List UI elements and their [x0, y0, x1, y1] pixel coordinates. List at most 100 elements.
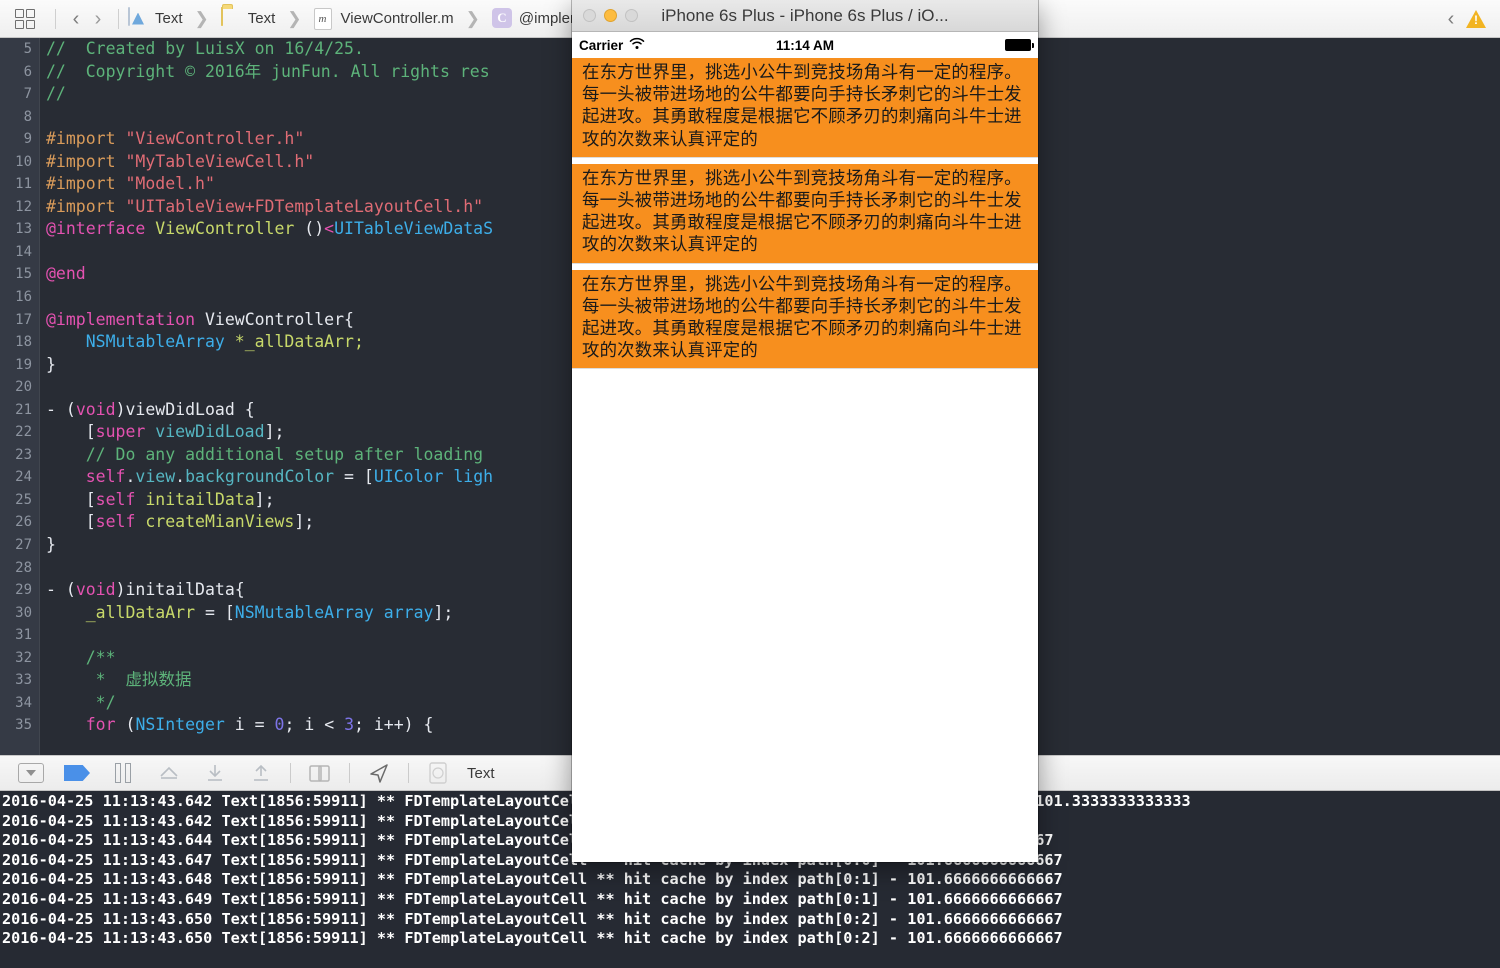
code-line-text: /**: [46, 647, 116, 670]
table-row-label: 在东方世界里，挑选小公牛到竞技场角斗有一定的程序。每一头被带进场地的公牛都要向手…: [582, 169, 1022, 256]
divider: [349, 763, 350, 783]
code-line-text: [super viewDidLoad];: [46, 421, 284, 444]
console-line: 2016-04-25 11:13:43.650 Text[1856:59911]…: [0, 929, 1500, 949]
chevron-right-icon: ❯: [466, 9, 480, 29]
breadcrumb: Text ❯ Text ❯ m ViewController.m ❯ C @im…: [128, 8, 582, 30]
console-line: 2016-04-25 11:13:43.648 Text[1856:59911]…: [0, 870, 1500, 890]
process-label: Text: [467, 765, 495, 782]
code-line-text: @end: [46, 263, 86, 286]
hide-debug-area-icon[interactable]: [8, 759, 54, 787]
line-number: 13: [0, 218, 32, 241]
related-items-icon[interactable]: [12, 7, 38, 31]
window-controls: [572, 9, 638, 22]
code-line-text: [self initailData];: [46, 489, 275, 512]
line-number: 23: [0, 444, 32, 467]
issue-back-button[interactable]: ‹: [1440, 7, 1462, 31]
battery-full-icon: [1005, 39, 1031, 51]
status-bar-right: [1005, 39, 1031, 51]
line-number: 19: [0, 354, 32, 377]
code-line-text: #import "MyTableViewCell.h": [46, 151, 314, 174]
jump-bar-right: ‹: [1440, 7, 1492, 31]
divider: [290, 763, 291, 783]
line-number: 22: [0, 421, 32, 444]
line-number: 11: [0, 173, 32, 196]
breakpoint-toggle-icon[interactable]: [54, 759, 100, 787]
simulate-location-icon[interactable]: [356, 759, 402, 787]
console-line: 2016-04-25 11:13:43.650 Text[1856:59911]…: [0, 910, 1500, 930]
simulator-title: iPhone 6s Plus - iPhone 6s Plus / iO...: [572, 0, 1038, 32]
line-number: 29: [0, 579, 32, 602]
code-line-text: */: [46, 692, 116, 715]
chevron-right-icon: ❯: [287, 9, 301, 29]
breadcrumb-item-group[interactable]: Text: [248, 10, 276, 27]
line-number: 16: [0, 286, 32, 309]
code-line-text: @interface ViewController ()<UITableView…: [46, 218, 493, 241]
code-line-text: #import "Model.h": [46, 173, 215, 196]
code-line-text: * 虚拟数据: [46, 669, 191, 692]
code-line-text: self.view.backgroundColor = [UIColor lig…: [46, 466, 493, 489]
folder-icon: [221, 8, 241, 30]
view-debugging-icon[interactable]: [297, 759, 343, 787]
line-number: 32: [0, 647, 32, 670]
simulator-window[interactable]: iPhone 6s Plus - iPhone 6s Plus / iO... …: [572, 0, 1038, 862]
line-number: 17: [0, 309, 32, 332]
line-number: 25: [0, 489, 32, 512]
line-number: 34: [0, 692, 32, 715]
line-number: 31: [0, 624, 32, 647]
close-button[interactable]: [583, 9, 596, 22]
code-line-text: }: [46, 354, 56, 377]
forward-button[interactable]: ›: [87, 7, 109, 31]
divider: [55, 9, 56, 29]
line-number: 33: [0, 669, 32, 692]
step-out-icon[interactable]: [238, 759, 284, 787]
line-number: 26: [0, 511, 32, 534]
code-line-text: // Do any additional setup after loading: [46, 444, 483, 467]
code-line-text: #import "UITableView+FDTemplateLayoutCel…: [46, 196, 483, 219]
console-line: 2016-04-25 11:13:43.649 Text[1856:59911]…: [0, 890, 1500, 910]
code-line-text: [self createMianViews];: [46, 511, 314, 534]
line-number: 21: [0, 399, 32, 422]
warning-triangle-icon[interactable]: [1466, 10, 1486, 28]
line-number: 6: [0, 61, 32, 84]
divider: [118, 9, 119, 29]
screen-root: ‹ › Text ❯ Text ❯ m ViewController.m ❯ C…: [0, 0, 1500, 968]
breadcrumb-item-file[interactable]: ViewController.m: [341, 10, 454, 27]
line-number: 7: [0, 83, 32, 106]
line-number: 24: [0, 466, 32, 489]
code-line-text: // Copyright © 2016年 junFun. All rights …: [46, 61, 490, 84]
code-line-text: - (void)initailData{: [46, 579, 245, 602]
code-line-text: }: [46, 534, 56, 557]
code-line-text: NSMutableArray *_allDataArr;: [46, 331, 364, 354]
breadcrumb-item-project[interactable]: Text: [155, 10, 183, 27]
table-row[interactable]: 在东方世界里，挑选小公牛到竞技场角斗有一定的程序。每一头被带进场地的公牛都要向手…: [572, 58, 1038, 158]
status-bar-time: 11:14 AM: [572, 38, 1038, 53]
back-button[interactable]: ‹: [65, 7, 87, 31]
chevron-right-icon: ❯: [195, 9, 209, 29]
table-row[interactable]: 在东方世界里，挑选小公牛到竞技场角斗有一定的程序。每一头被带进场地的公牛都要向手…: [572, 270, 1038, 370]
app-table-view[interactable]: 在东方世界里，挑选小公牛到竞技场角斗有一定的程序。每一头被带进场地的公牛都要向手…: [572, 58, 1038, 862]
step-into-icon[interactable]: [192, 759, 238, 787]
objc-implementation-icon: m: [314, 8, 334, 30]
zoom-button[interactable]: [625, 9, 638, 22]
step-over-icon[interactable]: [146, 759, 192, 787]
code-line-text: _allDataArr = [NSMutableArray array];: [46, 602, 453, 625]
line-number: 35: [0, 714, 32, 737]
line-number: 18: [0, 331, 32, 354]
line-number: 10: [0, 151, 32, 174]
process-icon: [415, 759, 461, 787]
line-number: 27: [0, 534, 32, 557]
table-row-label: 在东方世界里，挑选小公牛到竞技场角斗有一定的程序。每一头被带进场地的公牛都要向手…: [582, 63, 1022, 150]
code-line-text: - (void)viewDidLoad {: [46, 399, 255, 422]
line-number: 30: [0, 602, 32, 625]
simulator-title-bar[interactable]: iPhone 6s Plus - iPhone 6s Plus / iO...: [572, 0, 1038, 32]
line-number: 14: [0, 241, 32, 264]
project-app-icon: [128, 8, 148, 30]
divider: [408, 763, 409, 783]
code-line-text: //: [46, 83, 66, 106]
line-number: 5: [0, 38, 32, 61]
table-row[interactable]: 在东方世界里，挑选小公牛到竞技场角斗有一定的程序。每一头被带进场地的公牛都要向手…: [572, 164, 1038, 264]
pause-button-icon[interactable]: [100, 759, 146, 787]
minimize-button[interactable]: [604, 9, 617, 22]
line-number: 8: [0, 106, 32, 129]
line-number: 9: [0, 128, 32, 151]
